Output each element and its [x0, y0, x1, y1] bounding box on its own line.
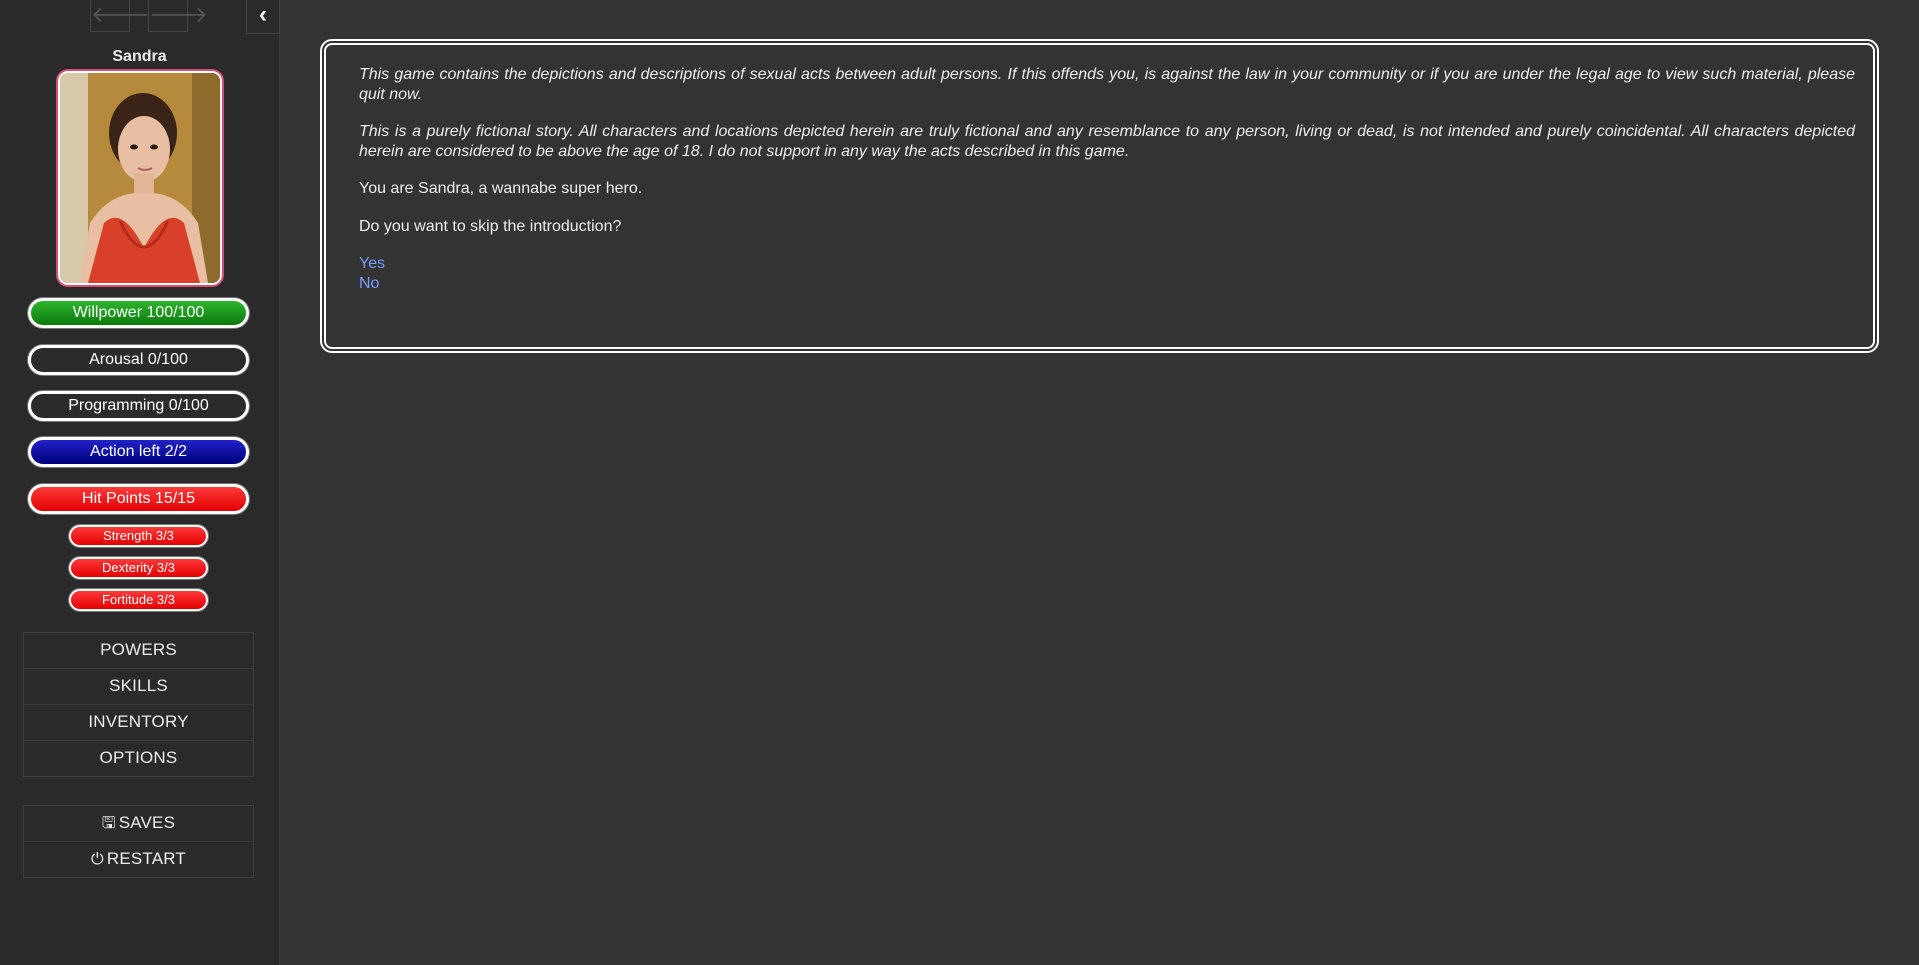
willpower-bar: Willpower 100/100	[28, 298, 249, 328]
restart-button[interactable]: ⏻ RESTART	[24, 842, 253, 877]
arousal-bar: Arousal 0/100	[28, 345, 249, 375]
character-portrait	[58, 71, 222, 285]
disclaimer-adult-content: This game contains the depictions and de…	[359, 66, 1855, 103]
menu-item-inventory[interactable]: INVENTORY	[24, 705, 253, 741]
programming-bar: Programming 0/100	[28, 391, 249, 421]
saves-label: SAVES	[118, 813, 176, 832]
choice-no-link[interactable]: No	[359, 274, 1855, 294]
power-icon: ⏻	[90, 851, 104, 868]
history-forward-button[interactable]: 🡒	[148, 0, 208, 32]
story-passage: This game contains the depictions and de…	[320, 39, 1879, 353]
strength-bar: Strength 3/3	[69, 525, 208, 547]
menu-item-skills[interactable]: SKILLS	[24, 669, 253, 705]
dexterity-bar: Dexterity 3/3	[69, 557, 208, 579]
sidebar: 🡐 🡒 ‹ Sandra Willpower 100/100 Arousal 0…	[0, 0, 280, 965]
main-menu: POWERS SKILLS INVENTORY OPTIONS	[23, 632, 254, 777]
system-menu: 🖫 SAVES ⏻ RESTART	[23, 805, 254, 878]
choice-yes-link[interactable]: Yes	[359, 254, 1855, 274]
action-left-bar: Action left 2/2	[28, 437, 249, 467]
hit-points-bar: Hit Points 15/15	[28, 484, 249, 514]
chevron-left-icon: ‹	[259, 1, 267, 28]
disclaimer-fiction: This is a purely fictional story. All ch…	[359, 123, 1855, 160]
restart-label: RESTART	[106, 849, 187, 868]
arrow-left-icon: 🡐	[91, 2, 150, 27]
menu-item-powers[interactable]: POWERS	[24, 633, 253, 669]
history-back-button[interactable]: 🡐	[90, 0, 150, 32]
choice-list: Yes No	[359, 254, 1855, 293]
intro-text: You are Sandra, a wannabe super hero.	[359, 180, 643, 197]
saves-button[interactable]: 🖫 SAVES	[24, 806, 253, 842]
portrait-image	[60, 73, 220, 283]
floppy-disk-icon: 🖫	[101, 815, 116, 832]
character-name: Sandra	[112, 48, 167, 65]
arrow-right-icon: 🡒	[149, 2, 208, 27]
menu-item-options[interactable]: OPTIONS	[24, 741, 253, 776]
sidebar-toggle-button[interactable]: ‹	[246, 0, 280, 34]
skip-question: Do you want to skip the introduction?	[359, 217, 622, 235]
fortitude-bar: Fortitude 3/3	[69, 589, 208, 611]
